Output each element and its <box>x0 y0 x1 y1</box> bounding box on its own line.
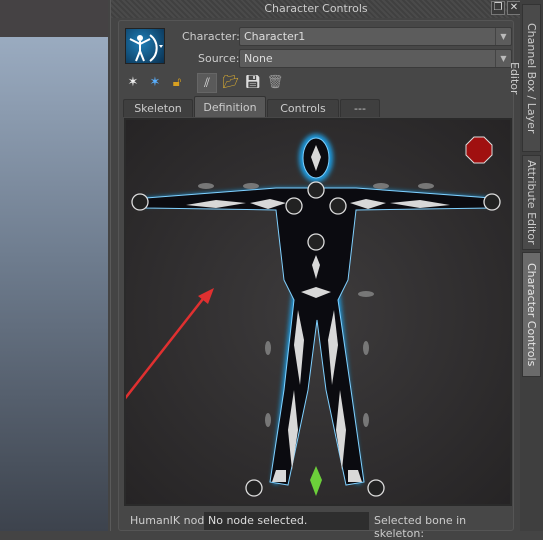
humanik-menu-button[interactable] <box>125 28 165 64</box>
viewport-menu-bar <box>0 0 108 37</box>
tab-definition[interactable]: Definition <box>194 96 266 117</box>
side-tab-bar: Channel Box / Layer Editor Attribute Edi… <box>508 0 543 531</box>
viewport <box>0 0 108 531</box>
source-dropdown[interactable]: None ▼ <box>239 49 512 68</box>
humanik-node-label: HumanIK node <box>130 514 212 527</box>
tab-attribute-editor[interactable]: Attribute Editor <box>522 155 541 250</box>
float-icon[interactable]: ❐ <box>491 1 505 15</box>
viewport-background[interactable] <box>0 37 108 531</box>
source-value: None <box>244 52 273 65</box>
tab-more[interactable]: --- <box>340 99 380 117</box>
title-bar[interactable]: Character Controls ❐ ✕ <box>111 0 521 18</box>
tab-label: --- <box>354 102 366 115</box>
selected-bone-label: Selected bone in skeleton: <box>374 514 467 540</box>
load-icon[interactable]: 📂︎ <box>221 73 241 93</box>
definition-canvas[interactable] <box>115 118 512 506</box>
window-title: Character Controls <box>264 2 368 15</box>
humanik-node-field[interactable]: No node selected. <box>204 512 369 530</box>
tab-label: Definition <box>203 101 257 114</box>
stop-button-icon <box>465 136 493 164</box>
status-bar: HumanIK node No node selected. Selected … <box>124 510 514 540</box>
tab-label: Skeleton <box>134 102 182 115</box>
lock-icon[interactable]: 🔓︎ <box>167 73 187 93</box>
source-label: Source: <box>198 52 240 65</box>
tab-label: Attribute Editor <box>525 160 538 245</box>
character-label: Character: <box>182 30 240 43</box>
character-controls-panel: Character Controls ❐ ✕ Character: Charac… <box>110 0 521 540</box>
mirror-icon[interactable]: ⫽ <box>197 73 217 93</box>
character-figure <box>115 134 501 497</box>
selected-bone-marker <box>310 466 322 496</box>
tab-controls[interactable]: Controls <box>267 99 339 117</box>
tab-label: Controls <box>280 102 326 115</box>
character-value: Character1 <box>244 30 306 43</box>
humanik-logo-icon <box>129 34 163 62</box>
character-dropdown[interactable]: Character1 ▼ <box>239 27 512 46</box>
create-character-icon[interactable]: ✶ <box>123 73 143 93</box>
delete-icon[interactable]: 🗑︎ <box>265 73 285 93</box>
tab-skeleton[interactable]: Skeleton <box>123 99 193 117</box>
annotation-arrow <box>115 294 207 411</box>
close-icon[interactable]: ✕ <box>507 1 521 15</box>
create-skeleton-icon[interactable]: ✶ <box>145 73 165 93</box>
tab-channel-box[interactable]: Channel Box / Layer Editor <box>508 4 541 152</box>
chevron-down-icon: ▼ <box>495 28 511 45</box>
tab-label: Character Controls <box>525 262 538 367</box>
tab-character-controls[interactable]: Character Controls <box>522 252 541 377</box>
save-icon[interactable]: 💾︎ <box>243 73 263 93</box>
